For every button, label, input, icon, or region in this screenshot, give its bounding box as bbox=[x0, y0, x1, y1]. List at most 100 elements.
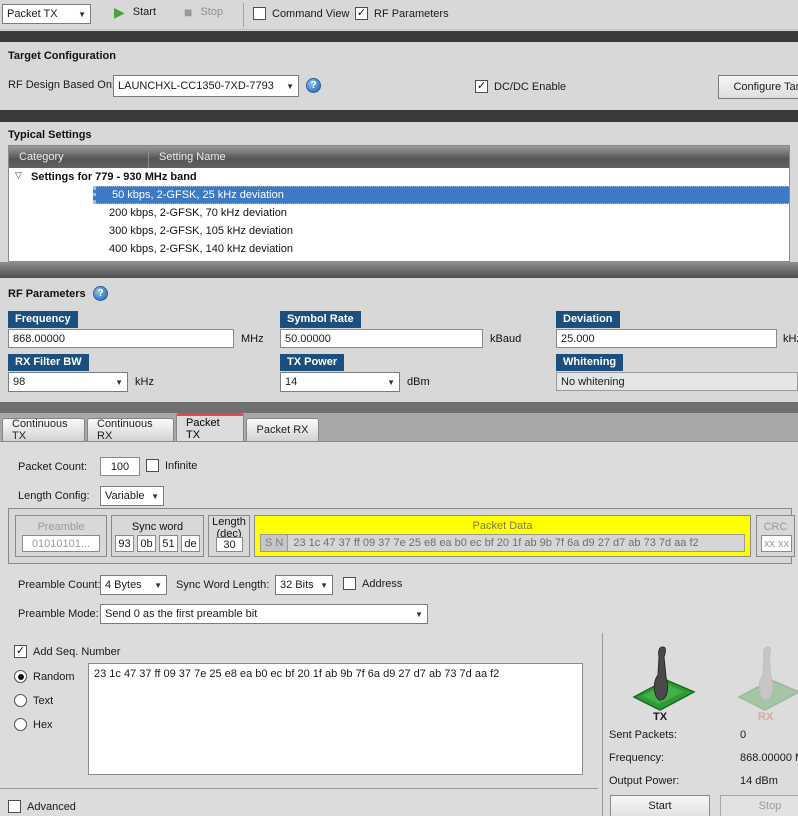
table-row[interactable]: 200 kbps, 2-GFSK, 70 kHz deviation bbox=[9, 204, 789, 222]
tab-label: Packet TX bbox=[186, 416, 220, 441]
tx-power-label: TX Power bbox=[280, 354, 345, 371]
length-config-label: Length Config: bbox=[18, 490, 90, 502]
preamble-value: 01010101... bbox=[31, 537, 91, 550]
payload-textarea[interactable]: 23 1c 47 37 ff 09 37 7e 25 e8 ea b0 ec b… bbox=[88, 663, 583, 775]
sync-word-box: Sync word 93 0b 51 de bbox=[111, 515, 204, 557]
sync-byte-input[interactable]: 0b bbox=[137, 535, 156, 552]
output-power-label: Output Power: bbox=[609, 775, 680, 787]
sync-byte-input[interactable]: 51 bbox=[159, 535, 178, 552]
infinite-checkbox[interactable]: ✓ Infinite bbox=[146, 459, 197, 472]
column-header-category[interactable]: Category bbox=[9, 151, 148, 163]
sync-byte-input[interactable]: de bbox=[181, 535, 200, 552]
packet-data-title: Packet Data bbox=[472, 520, 533, 532]
dcdc-enable-label: DC/DC Enable bbox=[494, 80, 567, 93]
rf-parameters-checkbox-label: RF Parameters bbox=[374, 7, 449, 20]
command-view-label: Command View bbox=[272, 7, 350, 20]
stop-button[interactable]: ■ Stop bbox=[184, 5, 223, 19]
symbol-rate-input[interactable]: 50.00000 bbox=[280, 329, 483, 348]
rf-parameters-checkbox[interactable]: ✓ RF Parameters bbox=[355, 7, 449, 20]
radio-icon bbox=[14, 718, 27, 731]
chevron-down-icon: ▼ bbox=[154, 580, 162, 590]
tab-continuous-tx[interactable]: Continuous TX bbox=[2, 418, 85, 442]
panel-stop-button[interactable]: Stop bbox=[720, 795, 798, 816]
target-configuration-section: Target Configuration RF Design Based On:… bbox=[0, 42, 798, 110]
typical-settings-section: Typical Settings Category Setting Name ▽… bbox=[0, 122, 798, 262]
checkbox-checked-icon: ✓ bbox=[14, 645, 27, 658]
checkbox-icon: ✓ bbox=[146, 459, 159, 472]
tab-packet-rx[interactable]: Packet RX bbox=[246, 418, 319, 441]
rf-design-select[interactable]: LAUNCHXL-CC1350-7XD-7793 ▼ bbox=[113, 75, 299, 97]
start-button[interactable]: ▶ Start bbox=[114, 5, 156, 19]
deviation-unit: kHz bbox=[783, 333, 798, 345]
tx-icon-label: TX bbox=[653, 711, 668, 723]
tree-collapse-icon[interactable]: ▽ bbox=[15, 170, 22, 181]
play-icon: ▶ bbox=[114, 4, 125, 20]
tx-antenna-icon bbox=[632, 646, 696, 711]
length-box: Length (dec) 30 bbox=[208, 515, 250, 557]
frequency-unit: MHz bbox=[241, 333, 264, 345]
advanced-checkbox[interactable]: ✓ Advanced bbox=[8, 800, 76, 813]
chevron-down-icon: ▼ bbox=[78, 9, 86, 19]
preamble-box: Preamble 01010101... bbox=[15, 515, 107, 557]
payload-value: 23 1c 47 37 ff 09 37 7e 25 e8 ea b0 ec b… bbox=[94, 668, 500, 680]
command-view-checkbox[interactable]: ✓ Command View bbox=[253, 7, 349, 20]
tx-status-panel: TX RX Sent Packets: 0 Frequency: 868.000… bbox=[603, 633, 798, 816]
frequency-status-label: Frequency: bbox=[609, 752, 665, 764]
rf-parameters-section: RF Parameters ? Frequency 868.00000 MHz … bbox=[0, 278, 798, 402]
advanced-label: Advanced bbox=[27, 800, 76, 813]
configure-target-button[interactable]: Configure Target bbox=[718, 75, 798, 99]
sync-byte-input[interactable]: 93 bbox=[115, 535, 134, 552]
packet-count-value: 100 bbox=[110, 460, 130, 473]
preamble-mode-select[interactable]: Send 0 as the first preamble bit ▼ bbox=[100, 604, 428, 624]
sync-word-length-select[interactable]: 32 Bits ▼ bbox=[275, 575, 333, 595]
address-checkbox[interactable]: ✓ Address bbox=[343, 577, 402, 590]
preamble-count-select[interactable]: 4 Bytes ▼ bbox=[100, 575, 167, 595]
radio-icon bbox=[14, 694, 27, 707]
toolbar-separator bbox=[243, 3, 244, 27]
tab-continuous-rx[interactable]: Continuous RX bbox=[87, 418, 174, 442]
column-header-setting-name[interactable]: Setting Name bbox=[149, 151, 226, 163]
checkbox-checked-icon: ✓ bbox=[475, 80, 488, 93]
help-icon[interactable]: ? bbox=[93, 286, 108, 301]
table-row-selected[interactable]: 50 kbps, 2-GFSK, 25 kHz deviation bbox=[9, 186, 789, 204]
add-seq-number-checkbox[interactable]: ✓ Add Seq. Number bbox=[14, 645, 120, 658]
dcdc-enable-checkbox[interactable]: ✓ DC/DC Enable bbox=[475, 80, 566, 93]
length-config-select[interactable]: Variable ▼ bbox=[100, 486, 164, 506]
settings-band-group-row[interactable]: ▽ Settings for 779 - 930 MHz band bbox=[9, 168, 789, 186]
add-seq-number-label: Add Seq. Number bbox=[33, 645, 121, 658]
packet-data-field: S N 23 1c 47 37 ff 09 37 7e 25 e8 ea b0 … bbox=[260, 534, 745, 552]
length-field[interactable]: 30 bbox=[216, 537, 243, 552]
checkbox-icon: ✓ bbox=[253, 7, 266, 20]
crc-field: xx xx bbox=[761, 535, 792, 552]
output-power-value: 14 dBm bbox=[740, 775, 778, 787]
tx-power-value: 14 bbox=[285, 376, 298, 388]
rx-filter-bw-select[interactable]: 98 ▼ bbox=[8, 372, 128, 392]
tab-packet-tx[interactable]: Packet TX bbox=[176, 413, 244, 441]
table-row[interactable]: 400 kbps, 2-GFSK, 140 kHz deviation bbox=[9, 240, 789, 258]
packet-data-box: Packet Data S N 23 1c 47 37 ff 09 37 7e … bbox=[254, 515, 751, 557]
rf-parameters-title: RF Parameters bbox=[8, 288, 86, 300]
tx-power-select[interactable]: 14 ▼ bbox=[280, 372, 400, 392]
panel-start-label: Start bbox=[648, 800, 672, 812]
rx-filter-bw-label: RX Filter BW bbox=[8, 354, 89, 371]
panel-start-button[interactable]: Start bbox=[610, 795, 710, 816]
deviation-input[interactable]: 25.000 bbox=[556, 329, 777, 348]
target-configuration-title: Target Configuration bbox=[8, 50, 116, 62]
whitening-readout: No whitening bbox=[556, 372, 798, 391]
packet-count-label: Packet Count: bbox=[18, 461, 88, 473]
address-label: Address bbox=[362, 577, 403, 590]
table-row[interactable]: 300 kbps, 2-GFSK, 105 kHz deviation bbox=[9, 222, 789, 240]
deviation-value: 25.000 bbox=[561, 332, 595, 345]
help-icon[interactable]: ? bbox=[306, 78, 321, 93]
packet-count-input[interactable]: 100 bbox=[100, 457, 140, 476]
length-value: 30 bbox=[223, 538, 236, 551]
payload-mode-random-radio[interactable]: Random bbox=[14, 670, 75, 683]
mode-select[interactable]: Packet TX ▼ bbox=[2, 4, 91, 24]
selected-setting-highlight: 50 kbps, 2-GFSK, 25 kHz deviation bbox=[93, 186, 789, 204]
payload-mode-hex-radio[interactable]: Hex bbox=[14, 718, 53, 731]
frequency-input[interactable]: 868.00000 bbox=[8, 329, 234, 348]
sync-word-title: Sync word bbox=[131, 521, 184, 533]
chevron-down-icon: ▼ bbox=[286, 81, 294, 91]
payload-mode-text-radio[interactable]: Text bbox=[14, 694, 53, 707]
whitening-label: Whitening bbox=[556, 354, 624, 371]
